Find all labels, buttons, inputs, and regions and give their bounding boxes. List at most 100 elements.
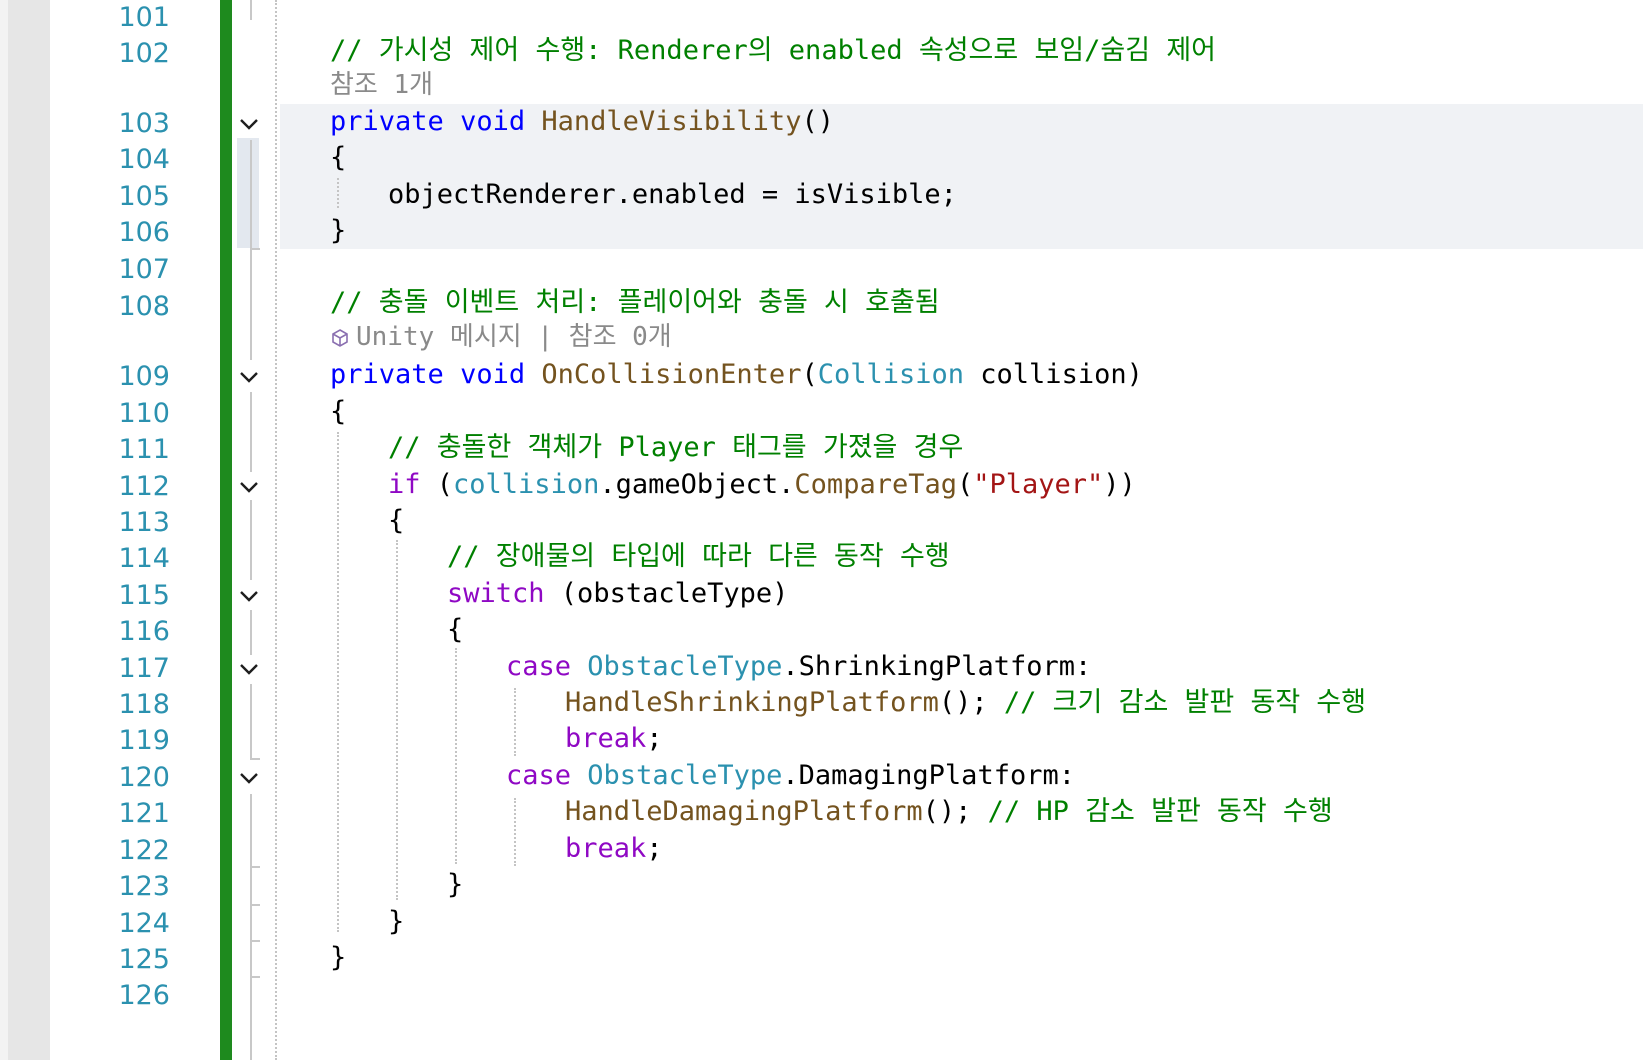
code-comment: // 크기 감소 발판 동작 수행 bbox=[1003, 687, 1367, 718]
break-statement: break; bbox=[565, 721, 663, 757]
indent-guide bbox=[396, 540, 398, 900]
method-name: HandleDamagingPlatform bbox=[565, 796, 923, 827]
codelens-separator: | bbox=[521, 322, 569, 352]
line-number: 119 bbox=[118, 725, 170, 756]
parameter: collision) bbox=[964, 359, 1143, 390]
switch-expression: (obstacleType) bbox=[544, 578, 789, 609]
line-number: 123 bbox=[118, 871, 170, 902]
method-name: OnCollisionEnter bbox=[541, 359, 802, 390]
code-comment: // HP 감소 발판 동작 수행 bbox=[987, 796, 1333, 827]
method-declaration: private void HandleVisibility() bbox=[330, 104, 834, 140]
outline-guide bbox=[250, 392, 252, 472]
line-number: 109 bbox=[118, 361, 170, 392]
case-label: case ObstacleType.ShrinkingPlatform: bbox=[506, 649, 1091, 685]
outline-guide bbox=[250, 500, 252, 580]
string-literal: "Player" bbox=[973, 469, 1104, 500]
outline-guide bbox=[250, 904, 252, 940]
code-comment: // 충돌 이벤트 처리: 플레이어와 충돌 시 호출됨 bbox=[330, 287, 940, 318]
line-number: 111 bbox=[118, 434, 170, 465]
parameter-ref: collision bbox=[453, 469, 600, 500]
chevron-down-icon[interactable] bbox=[238, 760, 262, 796]
line-number: 118 bbox=[118, 689, 170, 720]
indent-guide bbox=[514, 798, 516, 866]
code-line: { bbox=[388, 505, 405, 536]
line-number: 115 bbox=[118, 580, 170, 611]
punctuation: ; bbox=[646, 833, 663, 864]
line-number: 110 bbox=[118, 398, 170, 429]
line-number: 116 bbox=[118, 616, 170, 647]
code-comment: // 가시성 제어 수행: Renderer의 enabled 속성으로 보임/… bbox=[330, 35, 1217, 66]
code-line: objectRenderer.enabled = isVisible; bbox=[388, 179, 957, 210]
method-name: HandleShrinkingPlatform bbox=[565, 687, 939, 718]
chevron-down-icon[interactable] bbox=[238, 578, 262, 614]
outline-guide bbox=[250, 866, 252, 904]
case-label: case ObstacleType.DamagingPlatform: bbox=[506, 758, 1075, 794]
line-number: 103 bbox=[118, 108, 170, 139]
outline-guide bbox=[250, 0, 252, 20]
if-statement: if (collision.gameObject.CompareTag("Pla… bbox=[388, 467, 1136, 503]
line-number: 121 bbox=[118, 798, 170, 829]
type-name: ObstacleType bbox=[587, 651, 783, 682]
outline-guide bbox=[250, 976, 252, 1060]
line-number: 122 bbox=[118, 835, 170, 866]
line-number: 126 bbox=[118, 980, 170, 1011]
punctuation: ( bbox=[801, 359, 818, 390]
type-name: Collision bbox=[817, 359, 965, 390]
control-keyword: if bbox=[388, 469, 421, 500]
codelens-references[interactable]: 참조 1개 bbox=[330, 69, 433, 101]
line-number: 108 bbox=[118, 291, 170, 322]
line-number: 125 bbox=[118, 944, 170, 975]
line-number: 107 bbox=[118, 254, 170, 285]
chevron-down-icon[interactable] bbox=[238, 106, 262, 142]
outline-guide bbox=[250, 684, 252, 760]
code-line: { bbox=[447, 614, 464, 645]
member-access: .gameObject. bbox=[599, 469, 795, 500]
outline-guide bbox=[250, 610, 252, 655]
control-keyword: break bbox=[565, 833, 647, 864]
codelens-unity[interactable]: Unity 메시지 | 참조 0개 bbox=[330, 321, 672, 353]
switch-statement: switch (obstacleType) bbox=[447, 576, 788, 612]
line-number: 120 bbox=[118, 762, 170, 793]
codelens-unity-label: Unity 메시지 bbox=[356, 322, 522, 352]
chevron-down-icon[interactable] bbox=[238, 651, 262, 687]
punctuation: )) bbox=[1103, 469, 1136, 500]
codelens-references[interactable]: 참조 0개 bbox=[569, 322, 672, 352]
punctuation: ( bbox=[956, 469, 974, 500]
line-number: 113 bbox=[118, 507, 170, 538]
punctuation: () bbox=[801, 106, 834, 137]
outline-guide bbox=[250, 250, 252, 360]
control-keyword: break bbox=[565, 723, 647, 754]
control-keyword: switch bbox=[447, 578, 545, 609]
line-number: 114 bbox=[118, 543, 170, 574]
control-keyword: case bbox=[506, 651, 572, 682]
indicator-margin[interactable] bbox=[8, 0, 50, 1060]
keyword: void bbox=[460, 106, 526, 137]
code-comment: // 충돌한 객체가 Player 태그를 가졌을 경우 bbox=[388, 432, 964, 463]
method-call: HandleDamagingPlatform(); // HP 감소 발판 동작… bbox=[565, 794, 1333, 830]
keyword: private bbox=[330, 359, 444, 390]
method-name: CompareTag bbox=[794, 469, 957, 500]
keyword: private bbox=[330, 106, 444, 137]
line-number: 105 bbox=[118, 181, 170, 212]
code-line: { bbox=[330, 396, 347, 427]
punctuation: ( bbox=[420, 469, 454, 500]
indent-guide bbox=[514, 688, 516, 756]
enum-member: .DamagingPlatform: bbox=[782, 760, 1075, 791]
outline-guide bbox=[250, 940, 252, 976]
change-tracking-bar bbox=[220, 0, 232, 1060]
unity-cube-icon bbox=[332, 329, 348, 347]
outline-guide bbox=[250, 140, 252, 250]
control-keyword: case bbox=[506, 760, 572, 791]
chevron-down-icon[interactable] bbox=[238, 359, 262, 395]
code-line: } bbox=[330, 942, 347, 973]
editor-left-strip bbox=[0, 0, 8, 1060]
code-line: { bbox=[330, 142, 347, 173]
punctuation: ; bbox=[646, 723, 663, 754]
chevron-down-icon[interactable] bbox=[238, 469, 262, 505]
punctuation: (); bbox=[922, 796, 988, 827]
line-number: 106 bbox=[118, 217, 170, 248]
enum-member: .ShrinkingPlatform: bbox=[782, 651, 1092, 682]
code-line: } bbox=[447, 869, 464, 900]
indent-guide bbox=[337, 178, 339, 208]
